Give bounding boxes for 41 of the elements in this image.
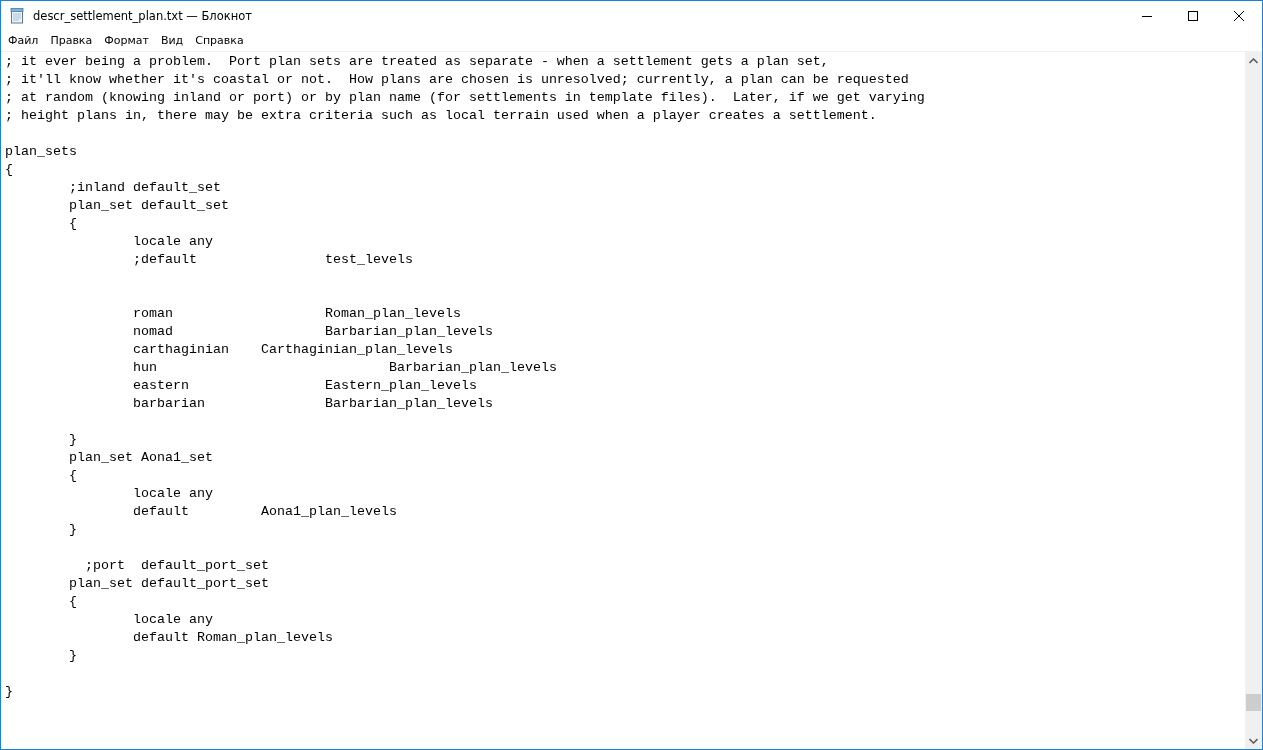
menu-item[interactable]: Правка (44, 32, 99, 49)
text-line: } (5, 683, 13, 701)
text-line: hun Barbarian_plan_levels (132, 359, 557, 377)
menu-item[interactable]: Формат (98, 32, 155, 49)
menu-item[interactable]: Вид (154, 32, 190, 49)
text-line: barbarian Barbarian_plan_levels (132, 395, 493, 413)
text-line: default Aona1_plan_levels (132, 503, 397, 521)
text-line: { (5, 161, 13, 179)
text-line: ; height plans in, there may be extra criteria such as local terrain used when a player creates a settlement. (5, 107, 877, 125)
text-line: ; at random (knowing inland or port) or by plan name (for settlements in template files). Later, if we get varying (5, 89, 925, 107)
text-line: ;port default_port_set (84, 557, 269, 575)
text-line: { (68, 215, 77, 233)
text-line: locale any (132, 611, 213, 629)
text-line: locale any (132, 233, 213, 251)
menu-item[interactable]: Справка (189, 32, 250, 49)
text-line: } (68, 521, 77, 539)
text-line: ;inland default_set (68, 179, 221, 197)
vertical-scrollbar[interactable] (1245, 52, 1262, 749)
text-line: } (68, 431, 77, 449)
text-line: roman Roman_plan_levels (132, 305, 461, 323)
text-line: } (68, 647, 77, 665)
text-line: plan_set Aona1_set (68, 449, 213, 467)
text-line: locale any (132, 485, 213, 503)
text-line: default Roman_plan_levels (132, 629, 333, 647)
notepad-icon (9, 7, 25, 24)
text-line: { (68, 467, 77, 485)
text-line: carthaginian Carthaginian_plan_levels (132, 341, 453, 359)
window-title: descr_settlement_plan.txt — Блокнот (33, 8, 253, 23)
maximize-icon (1188, 10, 1198, 21)
text-line: ;default test_levels (132, 251, 413, 269)
text-line: eastern Eastern_plan_levels (132, 377, 477, 395)
text-line: ; it'll know whether it's coastal or not. How plans are chosen is unresolved; currently, a plan can be requested (5, 71, 909, 89)
text-line: plan_set default_port_set (68, 575, 269, 593)
text-line: plan_sets (5, 143, 77, 161)
text-line: nomad Barbarian_plan_levels (132, 323, 493, 341)
text-line: { (68, 593, 77, 611)
menu-item[interactable]: Файл (2, 32, 45, 49)
scroll-thumb[interactable] (1246, 694, 1261, 711)
close-icon (1234, 10, 1244, 21)
text-line: ; it ever being a problem. Port plan sets are treated as separate - when a settlement gets a plan set, (5, 53, 829, 71)
text-line: plan_set default_set (68, 197, 229, 215)
